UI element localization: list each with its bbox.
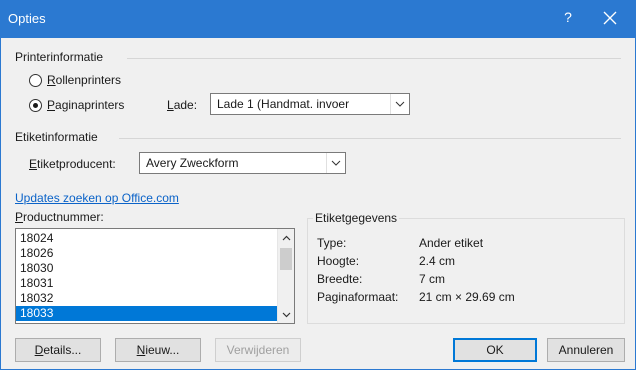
help-button[interactable]: ? (560, 9, 576, 25)
list-item[interactable]: 18032 (16, 291, 277, 306)
label-details-group (307, 218, 625, 324)
cancel-button[interactable]: Annuleren (547, 338, 625, 362)
detail-key-page-size: Paginaformaat: (317, 290, 399, 304)
scroll-thumb[interactable] (280, 248, 292, 270)
vendor-dropdown-value: Avery Zweckform (146, 156, 239, 170)
new-button-accel: N (136, 343, 146, 357)
tray-dropdown[interactable]: Lade 1 (Handmat. invoer (210, 93, 410, 115)
detail-key-type: Type: (317, 236, 347, 250)
radio-roll-label: Rollenprinters (47, 73, 121, 87)
product-list-scrollbar[interactable] (277, 229, 294, 323)
detail-key-width: Breedte: (317, 272, 363, 286)
vendor-label-accel: E (29, 157, 38, 171)
chevron-down-icon (282, 312, 291, 317)
new-button-text: ieuw... (145, 343, 180, 357)
radio-roll-accel: R (47, 73, 56, 87)
radio-roll-printers[interactable]: Rollenprinters (29, 73, 121, 87)
detail-value-width: 7 cm (419, 272, 446, 286)
tray-dropdown-arrow[interactable] (390, 94, 409, 114)
details-button[interactable]: Details... (15, 338, 101, 362)
list-item[interactable]: 18024 (16, 231, 277, 246)
label-info-heading: Etiketinformatie (15, 130, 98, 144)
chevron-down-icon (395, 101, 405, 107)
radio-page-label: Paginaprinters (47, 98, 124, 112)
delete-button[interactable]: Verwijderen (215, 338, 301, 362)
printer-info-divider (127, 58, 621, 59)
list-item-selected[interactable]: 18033 (16, 306, 277, 321)
new-button[interactable]: Nieuw... (115, 338, 201, 362)
window-title: Opties (8, 11, 46, 26)
radio-page-circle[interactable] (29, 98, 42, 112)
radio-page-accel: P (47, 98, 56, 112)
ok-button[interactable]: OK (453, 338, 537, 362)
product-number-text: roductnummer: (23, 210, 104, 224)
close-icon (603, 11, 617, 25)
detail-value-page-size: 21 cm × 29.69 cm (419, 290, 515, 304)
product-number-list[interactable]: 18024 18026 18030 18031 18032 18033 (15, 228, 295, 324)
vendor-label-text: tiketproducent: (37, 157, 116, 171)
label-info-divider (119, 138, 621, 139)
updates-link[interactable]: Updates zoeken op Office.com (15, 191, 179, 205)
radio-page-printers[interactable]: Paginaprinters (29, 98, 124, 112)
detail-value-height: 2.4 cm (419, 254, 456, 268)
tray-label-accel: L (167, 98, 174, 112)
list-item[interactable]: 18030 (16, 261, 277, 276)
close-button[interactable] (600, 7, 620, 29)
radio-roll-text: ollenprinters (55, 73, 122, 87)
details-button-accel: D (34, 343, 44, 357)
title-bar: Opties ? (0, 0, 636, 38)
radio-page-text: aginaprinters (55, 98, 125, 112)
vendor-dropdown-arrow[interactable] (326, 153, 345, 173)
tray-label: Lade: (167, 98, 197, 112)
list-item[interactable]: 18031 (16, 276, 277, 291)
product-number-label: Productnummer: (15, 210, 104, 224)
product-number-accel: P (15, 210, 24, 224)
list-item[interactable]: 18026 (16, 246, 277, 261)
radio-roll-circle[interactable] (29, 73, 42, 87)
product-list-items: 18024 18026 18030 18031 18032 18033 (16, 229, 277, 321)
detail-key-height: Hoogte: (317, 254, 360, 268)
detail-value-type: Ander etiket (419, 236, 484, 250)
chevron-up-icon (282, 235, 291, 240)
vendor-label: Etiketproducent: (29, 157, 116, 171)
details-button-text: etails... (43, 343, 82, 357)
vendor-dropdown[interactable]: Avery Zweckform (139, 152, 346, 174)
label-details-heading: Etiketgegevens (313, 211, 400, 225)
chevron-down-icon (331, 160, 341, 166)
scroll-up-button[interactable] (278, 229, 294, 246)
tray-label-text: ade: (173, 98, 198, 112)
scroll-down-button[interactable] (278, 306, 294, 323)
dialog-body: Printerinformatie Rollenprinters Paginap… (0, 38, 636, 370)
printer-info-heading: Printerinformatie (15, 50, 104, 64)
tray-dropdown-value: Lade 1 (Handmat. invoer (217, 97, 350, 111)
